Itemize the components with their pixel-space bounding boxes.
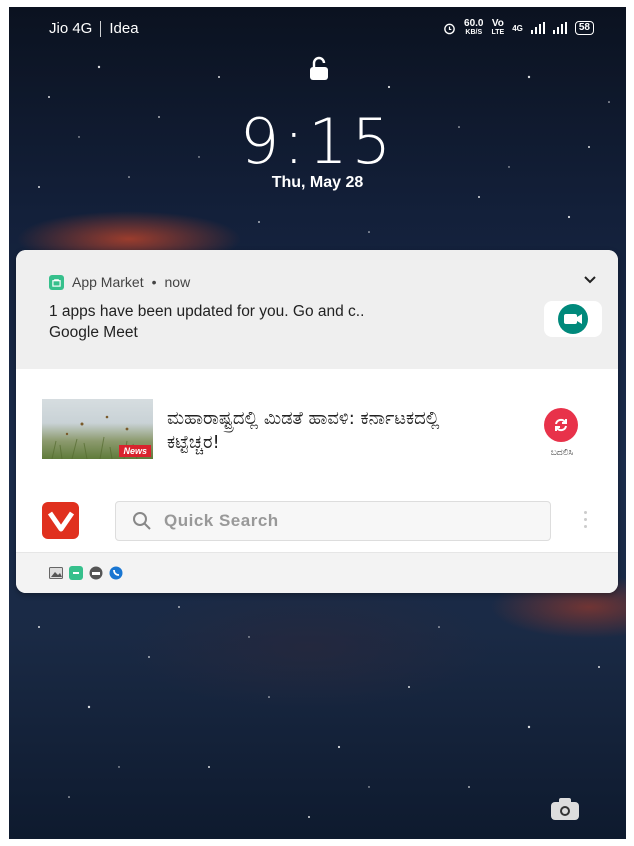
volte-bottom: LTE [491, 29, 505, 36]
gallery-icon[interactable] [49, 567, 63, 579]
notification-panel: App Market • now 1 apps have been update… [16, 250, 618, 593]
network-type: 4G [512, 23, 523, 33]
status-bar: Jio 4G Idea 60.0 KB/S Vo LTE 4G 58 [9, 7, 626, 49]
notification-tray [16, 552, 618, 593]
system-icons: 60.0 KB/S Vo LTE 4G 58 [443, 19, 594, 37]
app-market-notification[interactable]: App Market • now 1 apps have been update… [16, 250, 618, 369]
signal-icon-2 [552, 22, 567, 34]
volte-top: Vo [491, 18, 504, 29]
chat-icon[interactable] [69, 566, 83, 580]
news-headline[interactable]: ಮಹಾರಾಷ್ಟ್ರದಲ್ಲಿ ಮಿಡತೆ ಹಾವಳಿ: ಕರ್ನಾಟಕದಲ್ಲ… [167, 407, 487, 455]
search-icon [133, 512, 151, 530]
carrier-info: Jio 4G Idea [49, 20, 139, 37]
lock-icon[interactable] [308, 56, 330, 82]
search-input[interactable]: Quick Search [115, 501, 551, 541]
google-meet-icon [544, 301, 602, 337]
notification-app-name: App Market [72, 274, 144, 290]
carrier-2: Idea [109, 20, 139, 37]
lock-screen: Jio 4G Idea 60.0 KB/S Vo LTE 4G 58 9:15 … [9, 7, 626, 839]
refresh-icon [555, 418, 567, 432]
camera-icon[interactable] [550, 797, 580, 821]
quick-search-row: Quick Search [16, 491, 618, 552]
notification-text-line1: 1 apps have been updated for you. Go and… [49, 303, 365, 320]
refresh-label[interactable]: ಬದಲಿಸಿ [536, 447, 588, 458]
lock-clock: 9:15 [239, 105, 396, 178]
carrier-divider [100, 20, 102, 37]
speed-unit: KB/S [465, 29, 483, 36]
search-placeholder: Quick Search [164, 511, 279, 530]
phone-icon[interactable] [109, 566, 123, 580]
speed-value: 60.0 [464, 18, 484, 29]
vidmate-app-icon[interactable] [42, 502, 79, 539]
notification-body: 1 apps have been updated for you. Go and… [49, 301, 509, 343]
more-options-icon[interactable] [584, 511, 587, 528]
news-badge: News [119, 445, 151, 457]
alarm-icon [444, 23, 455, 34]
volte-indicator: Vo LTE [492, 19, 505, 37]
battery-icon: 58 [574, 21, 594, 35]
app-market-icon [49, 274, 64, 290]
chevron-down-icon[interactable] [584, 276, 596, 284]
notification-dot: • [151, 274, 157, 290]
tray-icons [49, 566, 123, 580]
network-speed: 60.0 KB/S [464, 19, 483, 37]
news-thumbnail[interactable]: News [42, 399, 153, 459]
lock-date: Thu, May 28 [271, 174, 364, 191]
signal-icon-1 [530, 22, 545, 34]
helmet-icon[interactable] [89, 566, 103, 580]
notification-header: App Market • now [49, 274, 190, 290]
news-card[interactable]: News ಮಹಾರಾಷ್ಟ್ರದಲ್ಲಿ ಮಿಡತೆ ಹಾವಳಿ: ಕರ್ನಾಟ… [16, 369, 618, 492]
notification-text-line2: Google Meet [49, 324, 138, 341]
refresh-button[interactable] [544, 408, 578, 442]
notification-time: now [164, 274, 191, 290]
carrier-1: Jio 4G [49, 20, 93, 37]
